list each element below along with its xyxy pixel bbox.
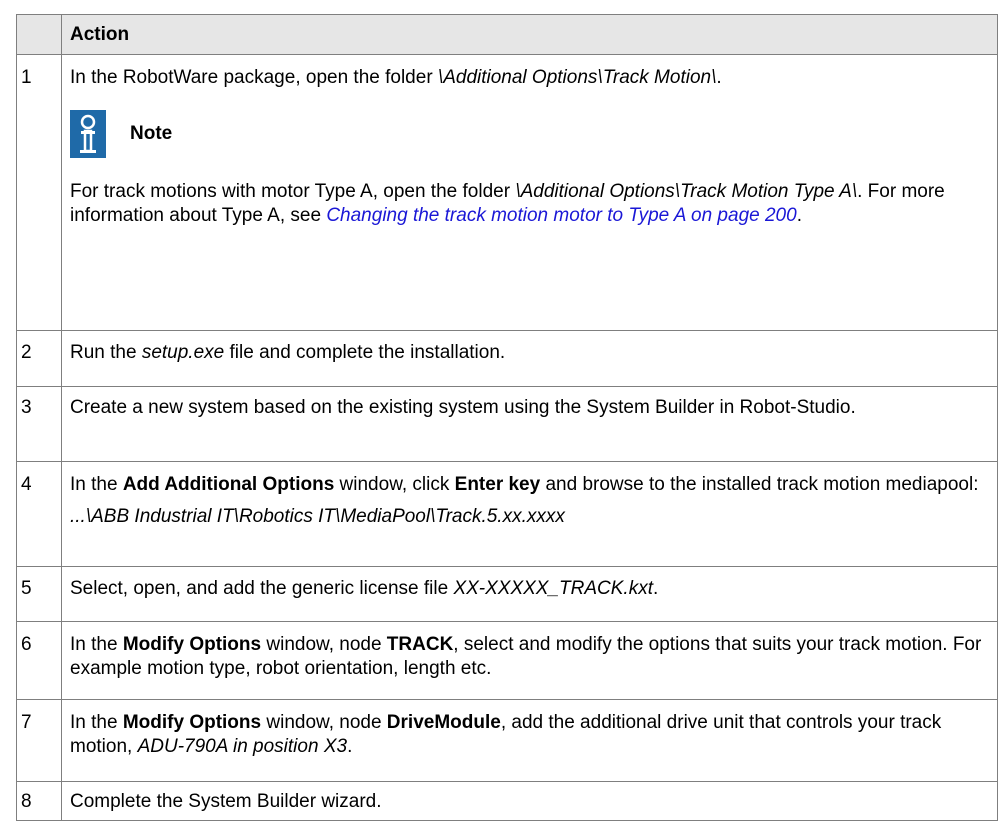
header-row: Action [16,14,998,55]
text-span: window, node [261,634,387,655]
node-name: DriveModule [386,712,501,733]
step-action: Run the setup.exe file and complete the … [61,330,998,387]
text-span: window, click [334,474,455,495]
header-action: Action [61,14,998,55]
step-number: 1 [16,54,62,331]
window-name: Add Additional Options [122,474,335,495]
step-number: 5 [16,566,62,622]
step-number: 6 [16,621,62,700]
folder-path: \Additional Options\Track Motion\ [437,67,717,88]
text-span: and browse to the installed track motion… [540,474,979,495]
node-name: TRACK [386,634,454,655]
table-row: 5 Select, open, and add the generic lice… [16,566,998,622]
file-name: XX-XXXXX_TRACK.kxt [453,578,653,599]
step-number: 2 [16,330,62,387]
file-name: setup.exe [141,342,225,363]
step-action: In the Add Additional Options window, cl… [61,461,998,567]
table-row: 8 Complete the System Builder wizard. [16,781,998,821]
note-title: Note [130,123,173,144]
text-span: Select, open, and add the generic licens… [70,578,454,599]
step-action: Complete the System Builder wizard. [61,781,998,821]
table-row: 3 Create a new system based on the exist… [16,386,998,462]
step-action: Create a new system based on the existin… [61,386,998,462]
step-number: 3 [16,386,62,462]
step-text: In the Add Additional Options window, cl… [70,473,989,497]
step-action: In the RobotWare package, open the folde… [61,54,998,331]
table-row: 1 In the RobotWare package, open the fol… [16,54,998,331]
text-span: For track motions with motor Type A, ope… [70,181,516,202]
step-number: 8 [16,781,62,821]
text-span: In the [70,634,123,655]
text-span: file and complete the installation. [224,342,506,363]
step-number: 4 [16,461,62,567]
step-number: 7 [16,699,62,782]
text-span: In the [70,712,123,733]
mediapool-path: ...\ABB Industrial IT\Robotics IT\MediaP… [70,506,565,527]
text-span: In the RobotWare package, open the folde… [70,67,438,88]
window-name: Modify Options [122,712,262,733]
info-icon [70,110,106,158]
text-span: In the [70,474,123,495]
text-span: window, node [261,712,387,733]
table-row: 4 In the Add Additional Options window, … [16,461,998,567]
text-span: . [716,67,722,88]
step-action: In the Modify Options window, node Drive… [61,699,998,782]
table-row: 6 In the Modify Options window, node TRA… [16,621,998,700]
step-action: Select, open, and add the generic licens… [61,566,998,622]
procedure-table: Action 1 In the RobotWare package, open … [16,14,998,821]
text-span: Run the [70,342,142,363]
note-callout: Note [70,110,989,158]
step-text: In the RobotWare package, open the folde… [70,66,989,90]
drive-unit-name: ADU-790A in position X3 [137,736,348,757]
cross-reference-link[interactable]: Changing the track motion motor to Type … [326,205,796,226]
note-body: For track motions with motor Type A, ope… [70,180,989,228]
table-row: 7 In the Modify Options window, node Dri… [16,699,998,782]
text-span: . [653,578,659,599]
window-name: Modify Options [122,634,262,655]
step-action: In the Modify Options window, node TRACK… [61,621,998,700]
button-name: Enter key [454,474,541,495]
text-span: . [347,736,353,757]
table-row: 2 Run the setup.exe file and complete th… [16,330,998,387]
folder-path: \Additional Options\Track Motion Type A\ [515,181,858,202]
text-span: . [796,205,802,226]
header-number [16,14,62,55]
